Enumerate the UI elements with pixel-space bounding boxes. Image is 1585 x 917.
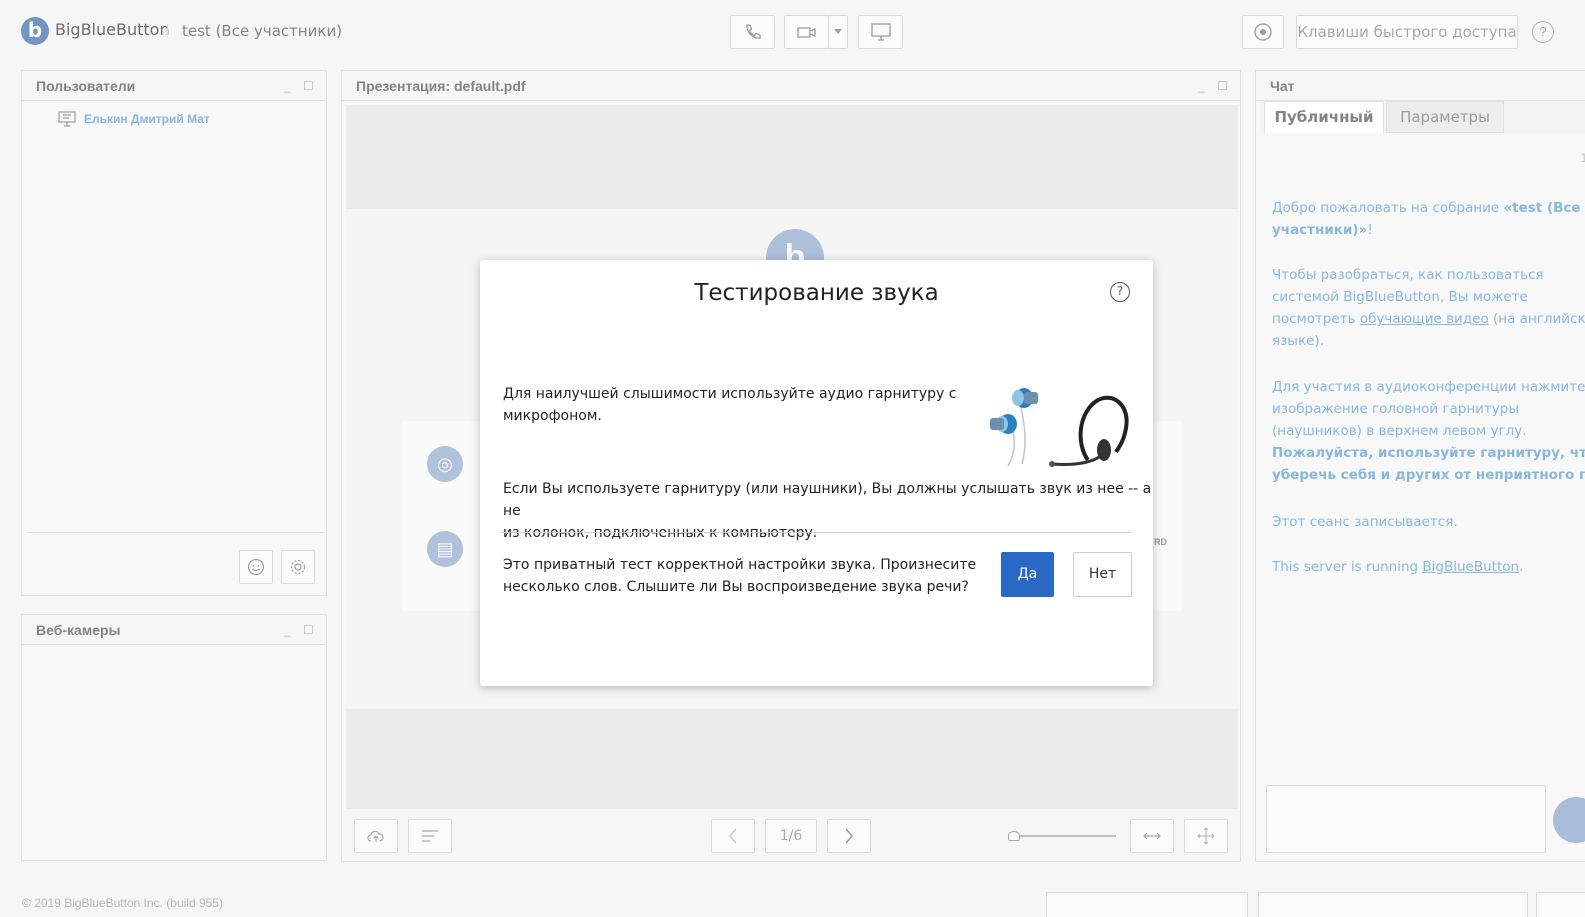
dialog-divider xyxy=(501,532,1131,533)
headset-earbuds-icon xyxy=(990,388,1129,467)
audio-test-dialog: Тестирование звука ? Для наилучшей слыши… xyxy=(480,260,1153,686)
no-button[interactable]: Нет xyxy=(1073,552,1132,597)
bigbluebutton-app: b BigBlueButton test (Все участники) Кла… xyxy=(0,0,1585,917)
dialog-title: Тестирование звука xyxy=(694,280,939,306)
yes-button[interactable]: Да xyxy=(1001,552,1054,597)
help-icon[interactable]: ? xyxy=(1110,282,1130,302)
audio-test-question: Это приватный тест корректной настройки … xyxy=(503,557,977,595)
headset-recommendation-text: Для наилучшей слышимости используйте ауд… xyxy=(503,386,957,424)
headset-hearing-text: Если Вы используете гарнитуру (или наушн… xyxy=(503,481,1152,541)
